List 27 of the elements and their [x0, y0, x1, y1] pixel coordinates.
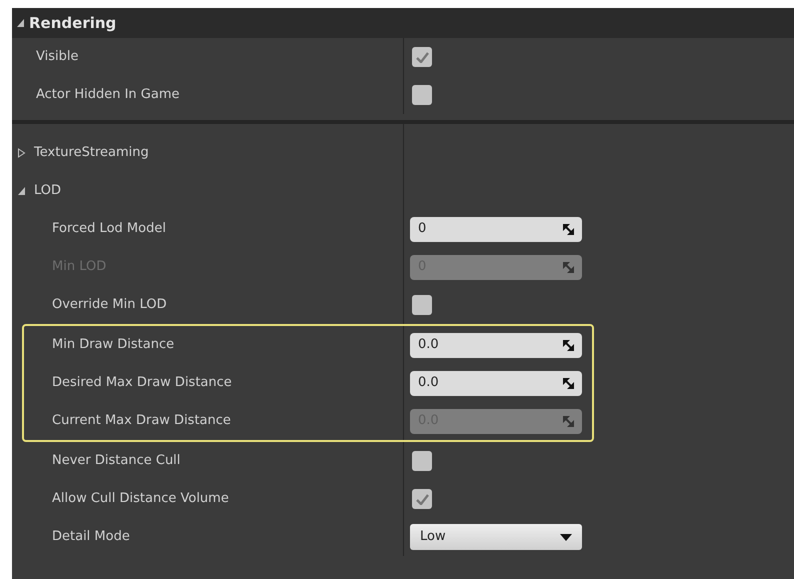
- property-label: Min Draw Distance: [52, 336, 174, 354]
- property-label: Detail Mode: [52, 528, 130, 546]
- category-title: Rendering: [29, 12, 116, 34]
- diagonal-arrows-icon[interactable]: [563, 224, 574, 234]
- number-field[interactable]: 0: [410, 216, 582, 242]
- check-icon: [416, 52, 428, 62]
- property-label: Actor Hidden In Game: [36, 86, 180, 104]
- group-label[interactable]: LOD: [34, 181, 62, 201]
- expanded-arrow-icon[interactable]: [17, 186, 26, 196]
- checkbox[interactable]: [412, 85, 432, 105]
- expanded-arrow-icon[interactable]: [16, 18, 25, 28]
- property-label: Visible: [36, 48, 78, 66]
- checkbox[interactable]: [412, 295, 432, 315]
- property-label: Never Distance Cull: [52, 452, 180, 470]
- checkbox[interactable]: [412, 47, 432, 67]
- group-label[interactable]: TextureStreaming: [34, 143, 149, 163]
- property-label: Override Min LOD: [52, 296, 167, 314]
- property-label: Allow Cull Distance Volume: [52, 490, 229, 508]
- collapsed-arrow-icon[interactable]: [17, 148, 26, 158]
- property-label: Current Max Draw Distance: [52, 412, 231, 430]
- checkbox[interactable]: [412, 451, 432, 471]
- checkbox[interactable]: [412, 489, 432, 509]
- caret-down-icon: [560, 534, 572, 540]
- dropdown[interactable]: Low: [410, 524, 582, 550]
- property-label: Forced Lod Model: [52, 220, 166, 238]
- property-label: Desired Max Draw Distance: [52, 374, 232, 392]
- check-icon: [416, 494, 428, 504]
